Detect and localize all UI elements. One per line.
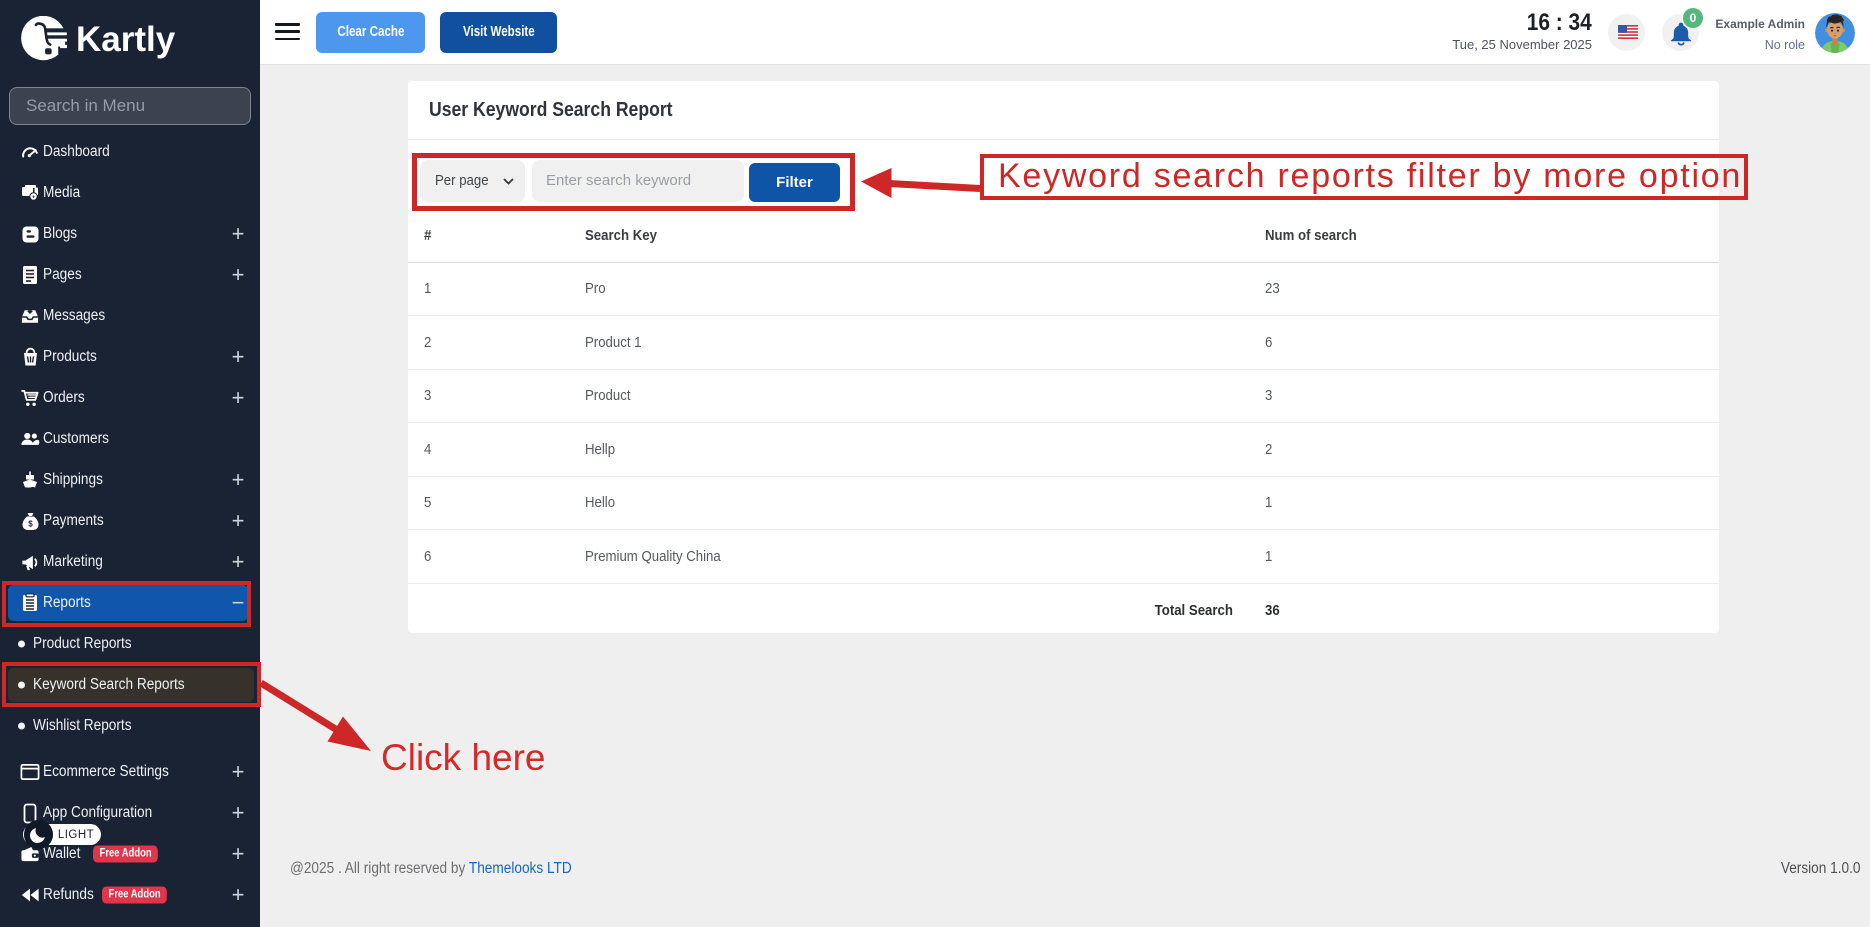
svg-text:+: + <box>32 194 35 200</box>
svg-text:$: $ <box>28 520 33 529</box>
